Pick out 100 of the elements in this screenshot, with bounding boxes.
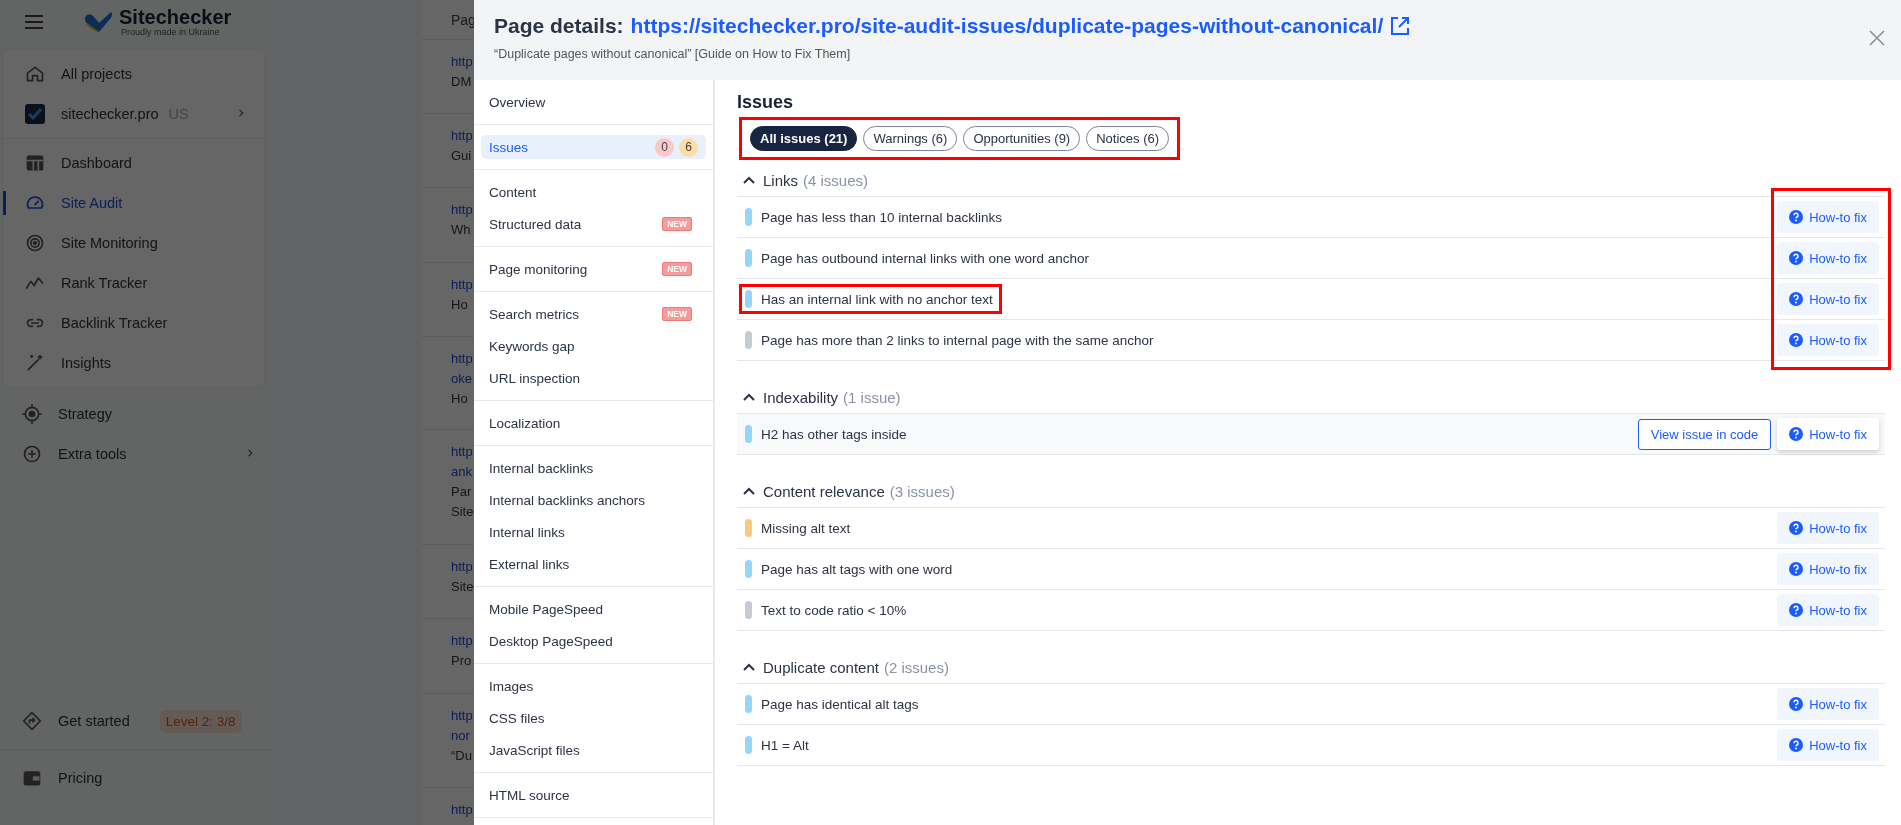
issue-row[interactable]: H2 has other tags inside View issue in code How-to fix [737,414,1885,455]
how-to-fix-button[interactable]: How-to fix [1777,512,1879,544]
how-to-fix-button[interactable]: How-to fix [1777,283,1879,315]
group-title[interactable]: Duplicate content [763,658,879,676]
nav-item[interactable]: CSS files [481,702,706,734]
how-to-fix-button[interactable]: How-to fix [1777,729,1879,761]
site-icon [25,104,45,124]
filter-tab[interactable]: Warnings (6) [863,126,958,151]
nav-item[interactable]: Search metrics NEW [481,298,706,330]
nav-item[interactable]: Localization [481,407,706,439]
external-link-icon[interactable] [1390,16,1411,36]
issue-row[interactable]: Text to code ratio < 10% How-to fix [737,590,1885,631]
issue-count: (2 issues) [883,658,949,676]
issue-row[interactable]: Page has identical alt tags How-to fix [737,684,1885,725]
issue-count: (1 issue) [843,388,901,406]
logo-name: Sitechecker [119,7,232,27]
home-icon [25,64,45,84]
group-title[interactable]: Links [763,171,799,189]
how-to-fix-button[interactable]: How-to fix [1777,418,1879,450]
nav-item[interactable]: Mobile PageSpeed [481,593,706,625]
nav-item[interactable]: Issues 0 6 [481,135,706,159]
issue-text: Page has alt tags with one word [761,561,953,577]
issue-count: (4 issues) [803,171,869,189]
issue-row[interactable]: H1 = Alt How-to fix [737,725,1885,766]
help-icon [1789,333,1804,347]
nav-item[interactable]: HTML source [481,779,706,811]
target-icon [22,404,42,424]
help-icon [1789,292,1804,306]
issue-text: H1 = Alt [761,737,809,753]
help-icon [1789,251,1804,265]
how-to-fix-button[interactable]: How-to fix [1777,553,1879,585]
chevron-up-icon[interactable] [743,487,755,495]
page-title: Site [451,578,474,596]
level-badge: Level 2: 3/8 [159,709,242,733]
nav-item[interactable]: Internal links [481,516,706,548]
group-title[interactable]: Indexability [763,388,839,406]
help-icon [1789,603,1804,617]
nav-item[interactable]: Desktop PageSpeed [481,625,706,657]
issue-text: H2 has other tags inside [761,426,907,442]
issue-text: Page has identical alt tags [761,696,919,712]
nav-item[interactable]: URL inspection [481,362,706,394]
menu-icon[interactable] [25,15,43,29]
filter-tab[interactable]: All issues (21) [750,126,858,151]
how-to-fix-button[interactable]: How-to fix [1777,242,1879,274]
dashboard-icon [25,153,45,173]
page-title: Ho [451,390,468,408]
nav-item[interactable]: Internal backlinks [481,452,706,484]
page-title: Ho [451,296,468,314]
chevron-up-icon[interactable] [743,663,755,671]
new-tag: NEW [662,217,692,231]
nav-item[interactable]: Keywords gap [481,330,706,362]
nav-item[interactable]: Structured data NEW [481,208,706,240]
page-title: Par [451,483,472,501]
how-to-fix-button[interactable]: How-to fix [1777,688,1879,720]
nav-item[interactable]: External links [481,548,706,580]
issue-count: (3 issues) [889,482,955,500]
issue-text: Page has more than 2 links to internal page with the same anchor [761,332,1154,348]
help-icon [1789,521,1804,535]
page-title: Wh [451,221,471,239]
group-title[interactable]: Content relevance [763,482,885,500]
modal-title: Page details: [494,14,624,38]
nav-item[interactable]: Content [481,176,706,208]
issue-text: Page has less than 10 internal backlinks [761,209,1002,225]
issue-row[interactable]: Page has alt tags with one word How-to fix [737,549,1885,590]
how-to-fix-button[interactable]: How-to fix [1777,201,1879,233]
filter-tab[interactable]: Opportunities (9) [963,126,1081,151]
page-title: Site [451,503,474,521]
nav-item[interactable]: Images [481,670,706,702]
chevron-up-icon[interactable] [743,393,755,401]
issue-text: Has an internal link with no anchor text [761,291,993,307]
nav-item[interactable]: Page monitoring NEW [481,253,706,285]
page-url-link[interactable]: https://sitechecker.pro/site-audit-issues/duplicate-pages-without-canonical/ [630,14,1384,38]
help-icon [1789,210,1804,224]
nav-item[interactable]: Overview [481,86,706,118]
help-icon [1789,738,1804,752]
diamond-arrow-icon [22,711,42,731]
how-to-fix-button[interactable]: How-to fix [1777,324,1879,356]
page-title: Pro [451,652,472,670]
nav-item[interactable]: Internal backlinks anchors [481,484,706,516]
issue-row[interactable]: Page has more than 2 links to internal page with the same anchor How-to fix [737,320,1885,361]
filter-tab[interactable]: Notices (6) [1086,126,1170,151]
chevron-up-icon[interactable] [743,176,755,184]
how-to-fix-button[interactable]: How-to fix [1777,594,1879,626]
issue-row[interactable]: Has an internal link with no anchor text How-to fix [737,279,1885,320]
count-badge: 6 [679,137,698,157]
page-title: Gui [451,147,472,165]
help-icon [1789,427,1804,441]
issue-row[interactable]: Page has less than 10 internal backlinks How-to fix [737,197,1885,238]
plus-circle-icon [22,444,42,464]
issue-row[interactable]: Missing alt text How-to fix [737,508,1885,549]
issue-text: Text to code ratio < 10% [761,602,907,618]
new-tag: NEW [662,262,692,276]
issue-row[interactable]: Page has outbound internal links with one word anchor How-to fix [737,238,1885,279]
view-code-button[interactable]: View issue in code [1637,418,1772,450]
page-subtitle: “Duplicate pages without canonical” [Guide on How to Fix Them] [494,47,852,61]
issue-text: Missing alt text [761,520,851,536]
section-title: Issues [737,92,795,113]
magic-wand-icon [25,353,45,373]
nav-item[interactable]: JavaScript files [481,734,706,766]
close-icon[interactable] [1869,30,1885,46]
